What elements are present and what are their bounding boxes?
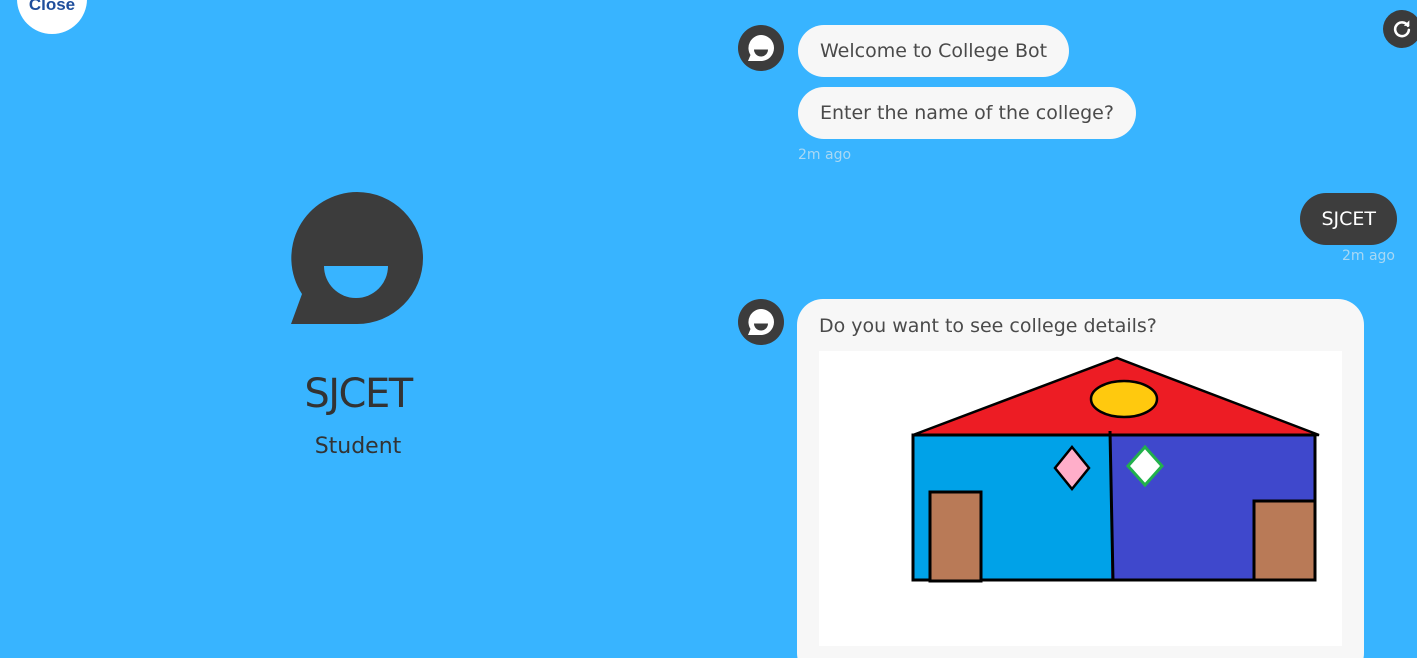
refresh-icon [1393, 20, 1411, 38]
message-timestamp: 2m ago [798, 147, 852, 163]
bot-message-text: Enter the name of the college? [820, 102, 1114, 124]
bot-message: Welcome to College Bot [798, 25, 1070, 77]
card-message-text: Do you want to see college details? [819, 315, 1157, 337]
bot-avatar [738, 299, 784, 345]
bot-avatar [738, 25, 784, 71]
refresh-button[interactable] [1383, 10, 1417, 48]
college-building-drawing [911, 356, 1320, 583]
user-message: SJCET [1300, 193, 1397, 245]
user-message-text: SJCET [1321, 208, 1376, 230]
chat-bubble-smile-icon [748, 35, 774, 61]
chat-page: Close SJCET Student Welcome to College B… [0, 0, 1417, 658]
profile-role: Student [314, 434, 402, 459]
close-button[interactable]: Close [17, 0, 87, 34]
profile-name: SJCET [304, 371, 413, 417]
message-timestamp: 2m ago [1341, 248, 1395, 264]
college-image [819, 351, 1342, 646]
bot-message-text: Welcome to College Bot [820, 40, 1048, 62]
close-label: Close [28, 0, 76, 14]
bot-profile: SJCET Student [208, 190, 508, 458]
chat-bubble-smile-icon [748, 309, 774, 335]
bot-logo-icon [291, 192, 423, 324]
bot-message: Enter the name of the college? [798, 87, 1136, 139]
bot-card-message: Do you want to see college details? [797, 299, 1364, 658]
